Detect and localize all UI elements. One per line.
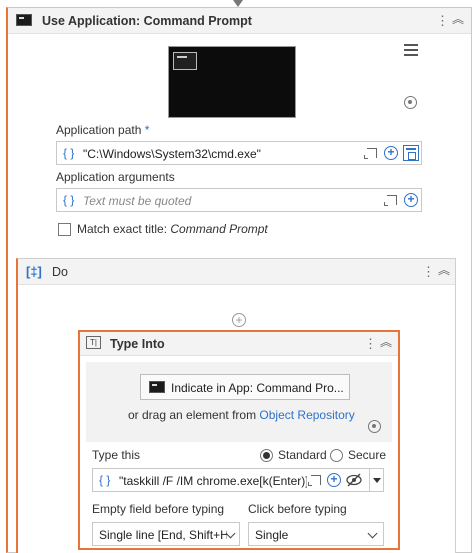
more-options-icon[interactable]: ⋮ bbox=[436, 14, 449, 28]
standard-label: Standard bbox=[278, 448, 327, 462]
application-path-label-text: Application path bbox=[56, 123, 142, 137]
application-arguments-label: Application arguments bbox=[56, 170, 175, 184]
match-exact-title-label: Match exact title: Command Prompt bbox=[77, 222, 268, 236]
type-into-icon: T| bbox=[86, 336, 101, 349]
indicate-button-label: Indicate in App: Command Pro... bbox=[171, 381, 344, 395]
type-options-dropdown[interactable] bbox=[369, 469, 383, 491]
screenshot-window-thumbnail bbox=[173, 52, 197, 70]
expression-brace-icon: { } bbox=[99, 473, 111, 487]
match-exact-title-checkbox[interactable] bbox=[58, 223, 71, 236]
menu-icon[interactable] bbox=[404, 44, 418, 58]
chevron-down-icon bbox=[225, 528, 236, 539]
expand-editor-icon[interactable] bbox=[308, 475, 321, 486]
expand-editor-icon[interactable] bbox=[384, 195, 397, 206]
add-plus-icon[interactable]: + bbox=[384, 146, 398, 160]
hide-text-eye-icon[interactable] bbox=[345, 471, 363, 489]
standard-radio[interactable] bbox=[260, 449, 273, 462]
collapse-icon[interactable]: ︽ bbox=[452, 12, 464, 26]
type-into-header[interactable]: T| Type Into ⋮ ︽ bbox=[80, 332, 398, 356]
sequence-icon: [‡] bbox=[26, 264, 42, 279]
application-arguments-placeholder: Text must be quoted bbox=[83, 194, 192, 208]
activity-title: Use Application: Command Prompt bbox=[42, 14, 252, 28]
type-into-title: Type Into bbox=[110, 337, 165, 351]
expression-brace-icon: { } bbox=[63, 193, 75, 207]
expand-editor-icon[interactable] bbox=[364, 148, 377, 159]
match-exact-title-value: Command Prompt bbox=[170, 222, 268, 236]
empty-field-label: Empty field before typing bbox=[92, 502, 225, 516]
application-path-value: "C:\Windows\System32\cmd.exe" bbox=[83, 147, 261, 161]
application-arguments-field[interactable]: { } Text must be quoted + bbox=[56, 188, 422, 212]
object-repository-link[interactable]: Object Repository bbox=[259, 408, 354, 422]
type-this-field[interactable]: { } "taskkill /F /IM chrome.exe[k(Enter)… bbox=[92, 468, 384, 492]
target-indication-area: Indicate in App: Command Pro... or drag … bbox=[86, 362, 392, 442]
empty-field-value: Single line [End, Shift+H bbox=[99, 528, 227, 542]
more-options-icon[interactable]: ⋮ bbox=[422, 265, 435, 279]
application-path-field[interactable]: { } "C:\Windows\System32\cmd.exe" + bbox=[56, 141, 422, 165]
click-before-select[interactable]: Single bbox=[248, 522, 384, 546]
click-before-label: Click before typing bbox=[248, 502, 347, 516]
add-plus-icon[interactable]: + bbox=[404, 193, 418, 207]
drag-prefix: or drag an element from bbox=[128, 408, 257, 422]
drag-element-text: or drag an element from Object Repositor… bbox=[128, 408, 355, 422]
collapse-icon[interactable]: ︽ bbox=[380, 335, 392, 349]
add-activity-icon[interactable]: + bbox=[232, 313, 246, 327]
more-options-icon[interactable]: ⋮ bbox=[364, 337, 377, 351]
command-prompt-icon bbox=[16, 14, 32, 26]
secure-label: Secure bbox=[348, 448, 387, 462]
add-plus-icon[interactable]: + bbox=[327, 473, 341, 487]
browse-file-icon[interactable] bbox=[403, 145, 419, 161]
application-path-label: Application path * bbox=[56, 123, 149, 137]
type-this-value: "taskkill /F /IM chrome.exe[k(Enter)] bbox=[119, 474, 307, 488]
match-exact-title-prefix: Match exact title: bbox=[77, 222, 168, 236]
click-before-value: Single bbox=[255, 528, 289, 542]
chevron-down-icon bbox=[367, 528, 378, 539]
indicate-in-app-button[interactable]: Indicate in App: Command Pro... bbox=[140, 374, 350, 400]
command-prompt-icon bbox=[149, 381, 165, 393]
type-into-activity[interactable]: T| Type Into ⋮ ︽ Indicate in App: Comman… bbox=[78, 330, 400, 550]
type-this-label: Type this bbox=[92, 448, 141, 462]
activity-header[interactable]: Use Application: Command Prompt ⋮ ︽ bbox=[8, 8, 471, 34]
collapse-icon[interactable]: ︽ bbox=[438, 263, 450, 277]
do-header[interactable]: [‡] Do ⋮ ︽ bbox=[18, 259, 455, 285]
application-screenshot bbox=[168, 46, 296, 118]
connector-arrow bbox=[233, 0, 243, 7]
target-settings-icon[interactable] bbox=[368, 420, 381, 433]
empty-field-select[interactable]: Single line [End, Shift+H bbox=[92, 522, 240, 546]
required-mark: * bbox=[144, 123, 150, 137]
expression-brace-icon: { } bbox=[63, 146, 75, 160]
do-title: Do bbox=[52, 265, 68, 279]
secure-radio[interactable] bbox=[330, 449, 343, 462]
target-settings-icon[interactable] bbox=[404, 96, 417, 109]
